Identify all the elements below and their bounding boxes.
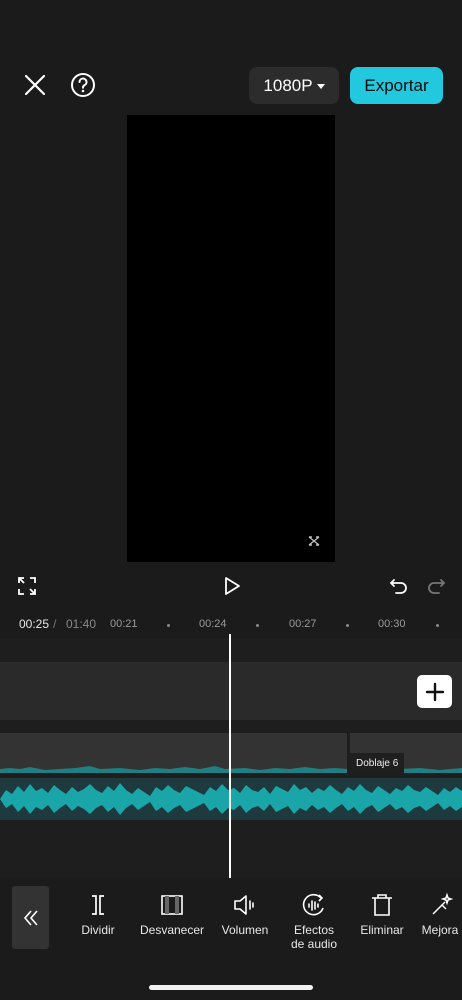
fullscreen-button[interactable] — [18, 577, 36, 595]
ruler-dot — [346, 624, 349, 627]
audio-effects-icon — [302, 893, 324, 916]
split-icon — [92, 895, 104, 915]
redo-button[interactable] — [426, 576, 446, 596]
double-chevron-left-icon — [23, 909, 38, 926]
ruler-tick-label: 00:21 — [110, 618, 138, 630]
tool-label: Dividir — [81, 923, 115, 937]
tool-label: Mejora — [421, 923, 459, 937]
plus-icon — [425, 682, 444, 701]
export-label: Exportar — [364, 75, 429, 95]
help-button[interactable] — [70, 72, 96, 98]
voiceover-waveform — [0, 783, 462, 815]
voiceover-track[interactable] — [0, 778, 462, 820]
audio-clip[interactable] — [0, 733, 347, 773]
play-button[interactable] — [222, 576, 242, 596]
ruler-tick-label: 00:27 — [289, 618, 317, 630]
back-button[interactable] — [12, 886, 49, 949]
total-time: 01:40 — [66, 617, 97, 631]
undo-icon — [389, 579, 407, 594]
resolution-label: 1080P — [263, 75, 313, 95]
help-icon — [71, 73, 95, 97]
tool-label: Desvanecer — [139, 923, 205, 937]
volume-icon — [234, 895, 254, 915]
ruler-dot — [436, 624, 439, 627]
tool-fade[interactable]: Desvanecer — [132, 892, 212, 937]
ruler-tick-label: 00:24 — [199, 618, 227, 630]
ruler-dot — [256, 624, 259, 627]
fade-icon — [161, 895, 183, 915]
trash-icon — [372, 894, 392, 916]
tool-label: Efectos de audio — [290, 923, 338, 951]
ruler-tick-label: 00:30 — [378, 618, 406, 630]
tool-enhance[interactable]: Mejora — [404, 892, 462, 937]
add-clip-button[interactable] — [417, 675, 452, 708]
tool-label: Volumen — [221, 923, 269, 937]
tool-label: Eliminar — [360, 923, 404, 937]
undo-button[interactable] — [389, 576, 409, 596]
close-icon — [24, 74, 46, 96]
capcut-watermark-icon — [308, 536, 320, 546]
ruler-dot — [167, 624, 170, 627]
enhance-icon — [432, 892, 453, 915]
video-track[interactable] — [0, 662, 462, 720]
audio-clip-label: Doblaje 6 — [350, 753, 405, 773]
time-separator: / — [53, 617, 57, 631]
home-indicator[interactable] — [149, 985, 313, 990]
current-time: 00:25 — [19, 617, 50, 631]
play-icon — [225, 577, 240, 595]
export-button[interactable]: Exportar — [350, 67, 443, 104]
video-preview[interactable] — [127, 115, 335, 562]
caret-down-icon — [316, 84, 325, 89]
tool-volume[interactable]: Volumen — [205, 892, 285, 937]
playhead[interactable] — [229, 634, 231, 878]
tool-split[interactable]: Dividir — [58, 892, 138, 937]
fullscreen-icon — [18, 577, 36, 595]
close-button[interactable] — [22, 72, 48, 98]
redo-icon — [428, 579, 446, 594]
audio-waveform — [0, 766, 347, 773]
resolution-dropdown[interactable]: 1080P — [249, 67, 339, 104]
